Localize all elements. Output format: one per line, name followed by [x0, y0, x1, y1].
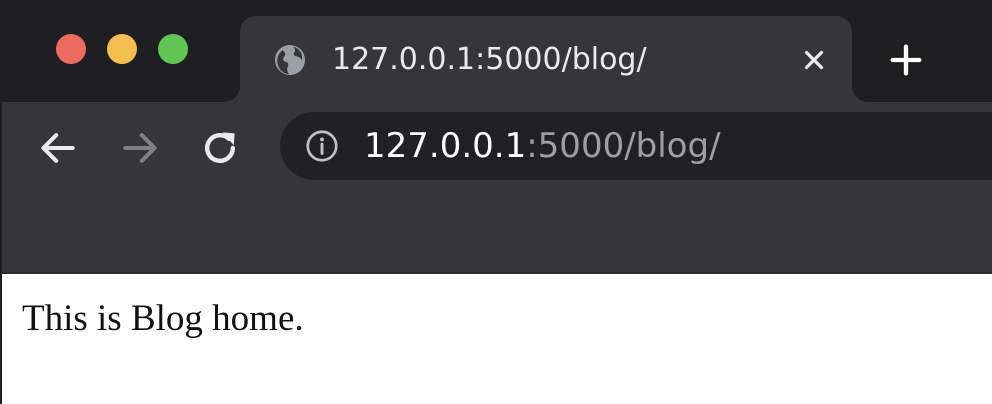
title-bar: 127.0.0.1:5000/blog/ [2, 0, 992, 102]
window-close-button[interactable] [56, 34, 86, 64]
info-icon[interactable] [304, 128, 340, 164]
close-icon[interactable] [796, 42, 832, 78]
window-minimize-button[interactable] [107, 34, 137, 64]
browser-tab-active[interactable]: 127.0.0.1:5000/blog/ [240, 16, 852, 102]
plus-icon[interactable] [886, 40, 926, 80]
reload-icon[interactable] [198, 126, 242, 170]
address-url: 127.0.0.1:5000/blog/ [364, 124, 721, 168]
address-bar[interactable]: 127.0.0.1:5000/blog/ [280, 112, 992, 180]
browser-window: 127.0.0.1:5000/blog/ 127.0.0.1:5000/blog… [0, 0, 992, 404]
url-host: 127.0.0.1 [364, 126, 527, 166]
page-content: This is Blog home. [2, 274, 992, 404]
page-body-text: This is Blog home. [22, 298, 304, 339]
arrow-left-icon[interactable] [36, 126, 80, 170]
navigation-toolbar: 127.0.0.1:5000/blog/ [2, 102, 992, 274]
globe-icon [275, 45, 305, 75]
url-path: :5000/blog/ [526, 126, 721, 166]
window-zoom-button[interactable] [158, 34, 188, 64]
arrow-right-icon[interactable] [118, 126, 162, 170]
tab-title: 127.0.0.1:5000/blog/ [332, 42, 647, 77]
